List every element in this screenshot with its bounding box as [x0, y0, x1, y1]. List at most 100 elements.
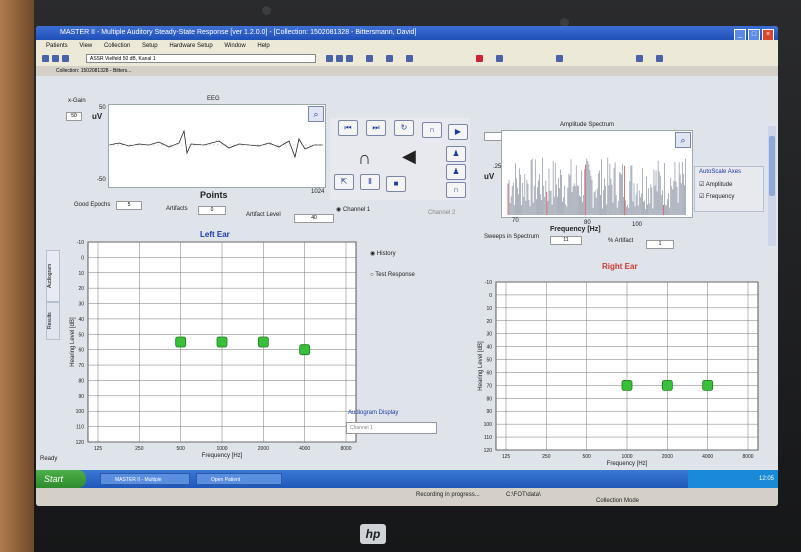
upper-scrollbar[interactable]	[768, 126, 776, 246]
y-tick-label: 20	[486, 319, 492, 325]
artifact-level-input[interactable]: 40	[294, 214, 334, 223]
speaker-icon: ◀	[402, 146, 416, 166]
spectrum-zoom-icon[interactable]: ⌕	[675, 132, 691, 148]
stop-icon[interactable]	[346, 55, 353, 62]
eeg-scale-input[interactable]: 50	[66, 112, 82, 121]
x-tick-label: 1000	[621, 454, 632, 460]
eeg-scale-caption: x-Gain	[68, 98, 86, 104]
cursor-button[interactable]: ⇱	[334, 174, 354, 190]
spectrum-ymax-box[interactable]	[484, 132, 502, 141]
taskbar: Start MASTER II - Multiple Open Patient …	[36, 470, 778, 488]
record-icon[interactable]	[476, 55, 483, 62]
x-tick-label: 500	[176, 446, 185, 452]
audiogram-marker	[216, 336, 228, 348]
ear-icon[interactable]	[406, 55, 413, 62]
y-tick-label: 40	[486, 345, 492, 351]
eeg-title: EEG	[207, 96, 220, 102]
autoscale-group: AutoScale Axes ☑ Amplitude ☑ Frequency	[694, 166, 764, 212]
test-response-radio[interactable]: ○ Test Response	[370, 272, 415, 278]
taskbar-item-master[interactable]: MASTER II - Multiple	[100, 473, 190, 485]
background-wall	[0, 0, 34, 552]
menu-hardware-setup[interactable]: Hardware Setup	[169, 43, 212, 49]
play-icon[interactable]	[326, 55, 333, 62]
menu-setup[interactable]: Setup	[142, 43, 158, 49]
fast-forward-button[interactable]: ⏭	[366, 120, 386, 136]
speaker-icon[interactable]	[386, 55, 393, 62]
save-icon[interactable]	[52, 55, 59, 62]
channel1-label: Channel 1	[342, 207, 371, 213]
graph-icon[interactable]	[556, 55, 563, 62]
pause-icon[interactable]	[336, 55, 343, 62]
eeg-unit: uV	[92, 112, 103, 121]
y-tick-label: 90	[78, 394, 84, 400]
x-tick-label: 2000	[258, 446, 269, 452]
audiogram-display-select[interactable]: Channel 1	[346, 422, 437, 434]
menu-view[interactable]: View	[79, 43, 92, 49]
history-radio[interactable]: ◉ History	[370, 250, 396, 257]
x-tick-label: 250	[135, 446, 144, 452]
collection-tab[interactable]: Collection: 1502081328 - Bitters...	[56, 68, 131, 74]
sweeps-label: Sweeps in Spectrum	[484, 234, 540, 240]
y-tick-label: 120	[484, 448, 493, 454]
menu-help[interactable]: Help	[257, 43, 269, 49]
channel1-radio[interactable]: ◉ Channel 1	[336, 206, 370, 213]
menu-patients[interactable]: Patients	[46, 43, 68, 49]
bezel-screw	[262, 6, 271, 15]
rewind-button[interactable]: ⏮	[338, 120, 358, 136]
stop-button[interactable]: ■	[386, 176, 406, 192]
audiogram-marker	[257, 336, 269, 348]
reset-button[interactable]: ↻	[394, 120, 414, 136]
menu-collection[interactable]: Collection	[104, 43, 130, 49]
artifact-percent-label: % Artifact	[608, 238, 634, 244]
y-tick-label: 110	[76, 425, 84, 431]
window-title: MASTER II - Multiple Auditory Steady-Sta…	[60, 29, 417, 36]
open-icon[interactable]	[42, 55, 49, 62]
spectrum-xlabel: Frequency [Hz]	[550, 226, 601, 233]
y-tick-label: -10	[77, 240, 84, 246]
autoscale-title: AutoScale Axes	[699, 169, 742, 175]
eeg-zoom-icon[interactable]: ⌕	[308, 106, 324, 122]
y-tick-label: 50	[486, 358, 492, 364]
status-bar: Ready Recording in progress... C:\FOT\da…	[36, 456, 778, 506]
stimulus-select[interactable]: ASSR Vielfeld 50 dB, Kanal 1	[86, 54, 316, 63]
ear-button[interactable]: ∩	[446, 182, 466, 198]
toolbar: ASSR Vielfeld 50 dB, Kanal 1	[36, 52, 778, 67]
eeg-waveform	[108, 129, 323, 159]
chevron-right-icon[interactable]	[656, 55, 663, 62]
screen: MASTER II - Multiple Auditory Steady-Sta…	[36, 26, 778, 506]
y-tick-label: 10	[486, 306, 492, 312]
amplitude-checkbox[interactable]: ☑ Amplitude	[699, 181, 732, 188]
spectrum-x-start: 70	[512, 218, 519, 224]
menu-bar: Patients View Collection Setup Hardware …	[36, 40, 778, 52]
headphones-button[interactable]: ∩	[422, 122, 442, 138]
start-button[interactable]: Start	[36, 470, 86, 488]
x-tick-label: 8000	[340, 446, 351, 452]
history-label: History	[376, 251, 396, 257]
frequency-checkbox[interactable]: ☑ Frequency	[699, 193, 734, 200]
x-tick-label: 250	[542, 454, 551, 460]
y-tick-label: 120	[76, 440, 85, 446]
chevron-left-icon[interactable]	[636, 55, 643, 62]
audiogram-marker	[661, 379, 673, 391]
person-button-1[interactable]: ♟	[446, 146, 466, 162]
upper-scrollbar-thumb[interactable]	[769, 136, 775, 196]
headphones-icon[interactable]	[366, 55, 373, 62]
person-button-2[interactable]: ♟	[446, 164, 466, 180]
spectrum-unit: uV	[484, 172, 495, 181]
taskbar-item-open-patient[interactable]: Open Patient	[196, 473, 282, 485]
y-tick-label: 60	[486, 370, 492, 376]
status-ready: Ready	[40, 456, 58, 462]
settings-icon[interactable]	[496, 55, 503, 62]
spectrum-bars	[507, 157, 686, 215]
print-icon[interactable]	[62, 55, 69, 62]
y-axis-label: Hearing Level [dB]	[478, 341, 484, 391]
channel2-label[interactable]: Channel 2	[428, 210, 455, 216]
y-tick-label: 0	[81, 255, 84, 261]
y-tick-label: 30	[78, 302, 84, 308]
pause-button[interactable]: Ⅱ	[360, 174, 380, 190]
status-path: C:\FOT\data\	[506, 492, 541, 498]
x-tick-label: 125	[94, 446, 103, 452]
play-button[interactable]: ▶	[448, 124, 468, 140]
status-mode: Collection Mode	[596, 498, 640, 504]
menu-window[interactable]: Window	[224, 43, 245, 49]
